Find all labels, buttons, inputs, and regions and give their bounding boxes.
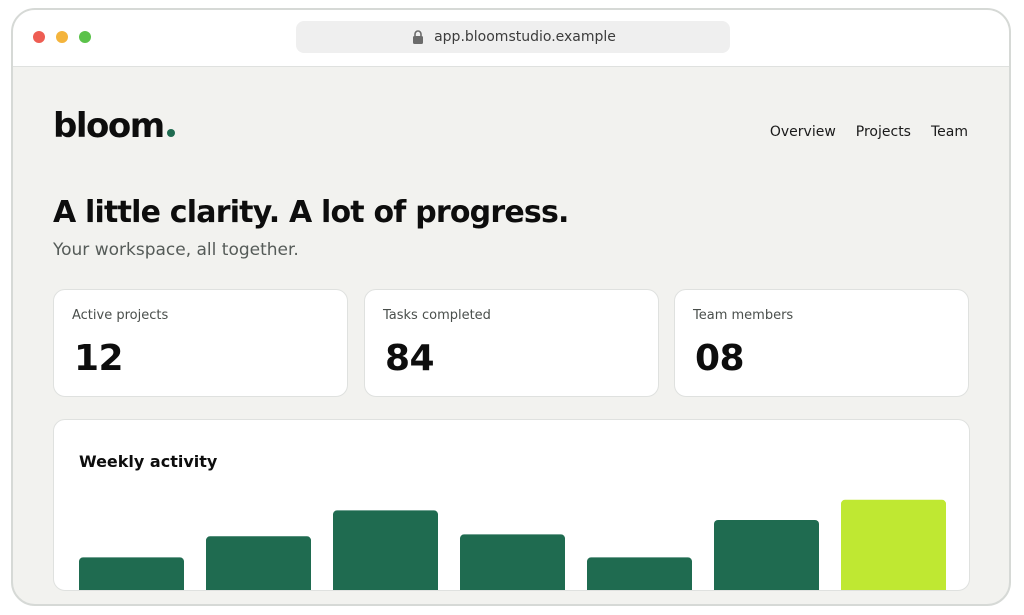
address-bar-url: app.bloomstudio.example [434,29,616,45]
activity-bar-7 [841,499,946,590]
logo-text: bloom [53,106,165,146]
stat-card-team-members: Team members 08 [674,289,969,397]
page-subheading: Your workspace, all together. [53,240,299,260]
activity-bar-2 [206,536,311,590]
stat-label: Tasks completed [383,308,491,323]
activity-bar-6 [714,520,819,590]
activity-bar-4 [460,534,565,590]
browser-titlebar: app.bloomstudio.example [13,10,1009,67]
stat-card-active-projects: Active projects 12 [53,289,348,397]
main-nav: Overview Projects Team [770,124,968,140]
stat-value: 84 [385,338,435,379]
nav-item-projects[interactable]: Projects [856,124,911,140]
maximize-window-button[interactable] [79,31,91,43]
address-bar[interactable]: app.bloomstudio.example [296,21,730,53]
stat-label: Team members [693,308,794,323]
brand-logo[interactable]: bloom [53,106,175,146]
page-headline: A little clarity. A lot of progress. [53,195,569,230]
nav-item-team[interactable]: Team [931,124,968,140]
activity-bar-3 [333,510,438,590]
lock-icon [413,30,424,44]
logo-dot [166,129,175,137]
stat-value: 08 [695,338,745,379]
stat-label: Active projects [72,308,169,323]
activity-bar-1 [79,557,184,590]
close-window-button[interactable] [33,31,45,43]
activity-bar-5 [587,557,692,590]
stat-card-tasks-completed: Tasks completed 84 [364,289,659,397]
weekly-activity-card: Weekly activity [53,419,970,591]
browser-window: app.bloomstudio.example bloom Overview P… [11,8,1011,606]
weekly-activity-chart [79,499,946,590]
nav-item-overview[interactable]: Overview [770,124,836,140]
stat-value: 12 [74,338,124,379]
minimize-window-button[interactable] [56,31,68,43]
